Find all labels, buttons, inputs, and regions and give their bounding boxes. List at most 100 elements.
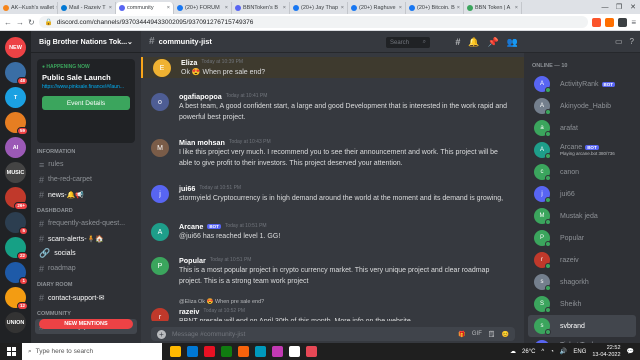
- volume-icon[interactable]: 🔊: [560, 348, 567, 355]
- extension-icon[interactable]: [605, 17, 615, 27]
- channel-category[interactable]: DASHBOARD: [31, 205, 141, 216]
- channel-item[interactable]: # scam-alerts-🧍🏠: [35, 231, 137, 246]
- language-indicator[interactable]: ENG: [573, 349, 586, 355]
- channel-item[interactable]: 🔗 socials: [35, 246, 137, 261]
- server-icon[interactable]: 48: [5, 62, 28, 85]
- username[interactable]: Eliza: [181, 58, 197, 67]
- inbox-icon[interactable]: ▭: [615, 37, 623, 46]
- channel-item[interactable]: # the-red-carpet: [35, 172, 137, 187]
- member-item[interactable]: s svbrand: [528, 315, 636, 337]
- close-icon[interactable]: ×: [399, 5, 402, 11]
- pin-icon[interactable]: 📌: [488, 37, 499, 48]
- taskbar-app-icon[interactable]: [204, 346, 215, 357]
- member-item[interactable]: A ActivityRank BOT: [528, 73, 636, 95]
- avatar[interactable]: r: [151, 308, 169, 321]
- close-icon[interactable]: ×: [225, 5, 228, 11]
- channel-item[interactable]: # roadmap: [35, 261, 137, 276]
- network-icon[interactable]: ◔: [550, 349, 554, 355]
- help-icon[interactable]: ?: [630, 37, 634, 46]
- clock[interactable]: 22:52 13-04-2022: [592, 345, 620, 359]
- avatar[interactable]: M: [151, 139, 169, 157]
- close-icon[interactable]: ×: [515, 5, 518, 11]
- server-icon[interactable]: UNION: [5, 312, 26, 333]
- reload-icon[interactable]: ↻: [28, 18, 35, 27]
- member-item[interactable]: S Sheikh: [528, 293, 636, 315]
- member-item[interactable]: P Popular: [528, 227, 636, 249]
- server-icon[interactable]: 26+: [5, 187, 28, 210]
- member-item[interactable]: r razeiv: [528, 249, 636, 271]
- member-item[interactable]: j jui66: [528, 183, 636, 205]
- close-icon[interactable]: ×: [283, 5, 286, 11]
- username[interactable]: ogafiapopoa: [179, 92, 222, 101]
- username[interactable]: jui66: [179, 184, 195, 193]
- notification-bell-icon[interactable]: 🔔: [468, 37, 479, 48]
- avatar[interactable]: o: [151, 93, 169, 111]
- brave-shield-icon[interactable]: [592, 17, 602, 27]
- gift-icon[interactable]: 🎁: [458, 331, 465, 338]
- taskbar-app-icon[interactable]: [238, 346, 249, 357]
- username[interactable]: razeiv: [179, 307, 199, 316]
- browser-tab[interactable]: (20+) FORUM ×: [174, 2, 232, 14]
- tray-chevron-icon[interactable]: ^: [541, 349, 544, 355]
- taskbar-app-icon[interactable]: [170, 346, 181, 357]
- close-icon[interactable]: ×: [167, 5, 170, 11]
- taskbar-app-icon[interactable]: [255, 346, 266, 357]
- username[interactable]: Arcane: [179, 222, 203, 231]
- browser-tab[interactable]: (20+) Jay Thap ×: [290, 2, 348, 14]
- server-icon[interactable]: 1: [5, 262, 28, 285]
- close-icon[interactable]: ×: [457, 5, 460, 11]
- server-icon[interactable]: 5: [5, 212, 28, 235]
- server-icon[interactable]: 22: [5, 237, 28, 260]
- member-item[interactable]: a arafat: [528, 117, 636, 139]
- taskbar-app-icon[interactable]: [221, 346, 232, 357]
- taskbar-app-icon[interactable]: [306, 346, 317, 357]
- browser-tab[interactable]: BBNToken's B ×: [232, 2, 290, 14]
- maximize-icon[interactable]: ❐: [612, 3, 626, 11]
- minimize-icon[interactable]: —: [598, 4, 612, 11]
- server-icon[interactable]: 59: [5, 112, 28, 135]
- new-mentions-button[interactable]: NEW MENTIONS: [39, 319, 133, 329]
- threads-icon[interactable]: #: [455, 37, 460, 47]
- emoji-icon[interactable]: 😊: [502, 331, 509, 338]
- forward-icon[interactable]: →: [16, 18, 24, 27]
- username[interactable]: Mian mohsan: [179, 138, 225, 147]
- browser-tab[interactable]: (20+) Raghuve ×: [348, 2, 406, 14]
- search-input[interactable]: Search ⌕: [386, 37, 430, 48]
- member-item[interactable]: A Arcane BOT Playing arcane.bot 380/736: [528, 139, 636, 161]
- member-item[interactable]: s shagorkh: [528, 271, 636, 293]
- taskbar-app-icon[interactable]: [272, 346, 283, 357]
- member-item[interactable]: A Akinyode_Habib: [528, 95, 636, 117]
- channel-item[interactable]: # frequently-asked-quest...: [35, 216, 137, 231]
- event-link[interactable]: https://www.pinksale.finance/#/laun...: [42, 84, 130, 90]
- channel-item[interactable]: # contact-support-✉: [35, 290, 137, 305]
- username[interactable]: Popular: [179, 256, 206, 265]
- member-item[interactable]: M Mustak jeda: [528, 205, 636, 227]
- address-bar[interactable]: 🔒 discord.com/channels/93703444943300209…: [38, 16, 589, 28]
- server-icon[interactable]: AI: [5, 137, 26, 158]
- server-icon[interactable]: 12: [5, 287, 28, 310]
- sticker-icon[interactable]: 🗒: [488, 331, 496, 338]
- channel-category[interactable]: INFORMATION: [31, 146, 141, 157]
- back-icon[interactable]: ←: [4, 18, 12, 27]
- gif-button[interactable]: GIF: [472, 331, 482, 338]
- member-item[interactable]: c canon: [528, 161, 636, 183]
- browser-tab[interactable]: AK--Kush's wallet×: [0, 2, 58, 14]
- windows-start-icon[interactable]: [0, 343, 22, 360]
- message-input[interactable]: + Message #community-jist 🎁 GIF 🗒 😊: [151, 327, 515, 341]
- browser-tab[interactable]: community ×: [116, 2, 174, 14]
- taskbar-search[interactable]: ⌕ Type here to search: [22, 343, 162, 360]
- browser-tab[interactable]: BBN Token | A ×: [464, 2, 522, 14]
- browser-tab[interactable]: Mail - Razeiv T ×: [58, 2, 116, 14]
- server-icon[interactable]: NEW: [5, 37, 26, 58]
- avatar[interactable]: A: [151, 223, 169, 241]
- avatar[interactable]: P: [151, 257, 169, 275]
- channel-item[interactable]: # news-🔔📢: [35, 187, 137, 202]
- server-icon[interactable]: MUSIC: [5, 162, 26, 183]
- close-icon[interactable]: ×: [109, 5, 112, 11]
- browser-tab[interactable]: (20+) Bitcoin. B ×: [406, 2, 464, 14]
- server-icon[interactable]: T: [5, 87, 26, 108]
- avatar[interactable]: E: [153, 59, 171, 77]
- notifications-icon[interactable]: 💬: [627, 348, 634, 355]
- channel-category[interactable]: DIARY ROOM: [31, 279, 141, 290]
- avatar[interactable]: j: [151, 185, 169, 203]
